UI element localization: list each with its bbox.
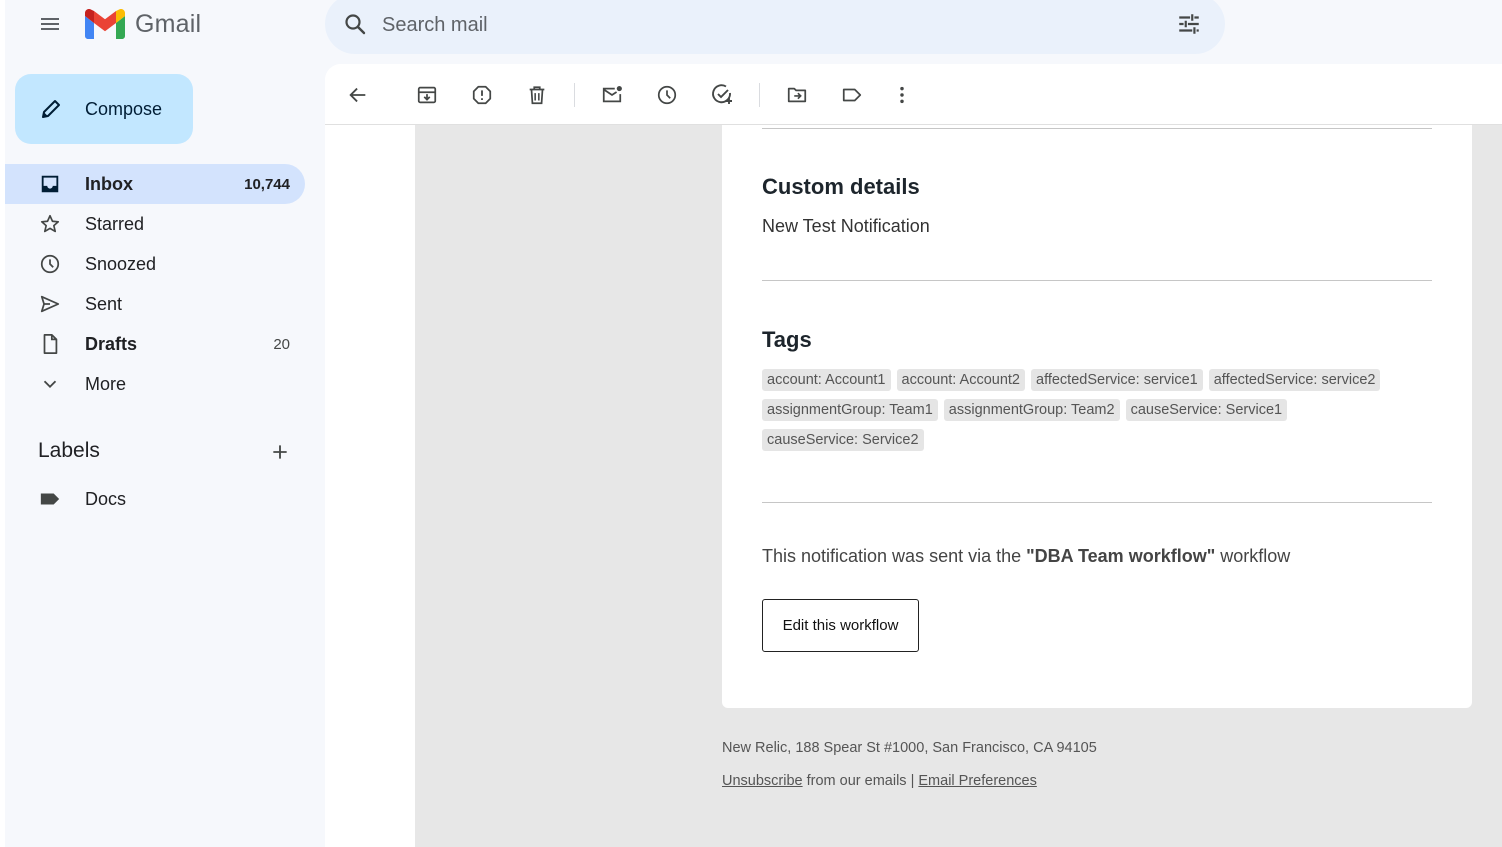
tag-chip: assignmentGroup: Team1 bbox=[762, 399, 938, 421]
tag-chip: affectedService: service1 bbox=[1031, 369, 1203, 391]
tags-list: account: Account1 account: Account2 affe… bbox=[762, 369, 1432, 451]
draft-icon bbox=[38, 332, 62, 356]
sidebar-item-drafts[interactable]: Drafts 20 bbox=[5, 324, 305, 364]
window-left-edge bbox=[0, 0, 5, 847]
app-name: Gmail bbox=[135, 9, 202, 38]
sidebar-item-inbox[interactable]: Inbox 10,744 bbox=[5, 164, 305, 204]
tags-heading: Tags bbox=[762, 327, 812, 352]
gmail-logo-icon bbox=[85, 9, 125, 39]
report-spam-button[interactable] bbox=[467, 80, 497, 110]
sidebar-item-label: Snoozed bbox=[85, 253, 157, 274]
sidebar-item-label: Starred bbox=[85, 213, 145, 234]
email-body: Custom details New Test Notification Tag… bbox=[415, 124, 1502, 847]
hamburger-menu-icon bbox=[41, 18, 59, 30]
footer-middle-text: from our emails | bbox=[802, 773, 919, 789]
move-to-icon bbox=[787, 87, 807, 103]
labels-button[interactable] bbox=[837, 80, 867, 110]
divider bbox=[762, 502, 1432, 503]
message-view: Custom details New Test Notification Tag… bbox=[325, 64, 1502, 847]
archive-icon bbox=[417, 86, 437, 104]
report-spam-icon bbox=[472, 85, 492, 105]
footer-links: Unsubscribe from our emails | Email Pref… bbox=[722, 773, 1037, 789]
labels-icon bbox=[842, 88, 862, 102]
star-icon bbox=[38, 212, 62, 236]
unsubscribe-link[interactable]: Unsubscribe bbox=[722, 773, 803, 789]
back-icon bbox=[349, 87, 366, 103]
divider bbox=[762, 280, 1432, 281]
compose-label: Compose bbox=[85, 98, 163, 119]
label-icon bbox=[38, 487, 62, 511]
move-to-button[interactable] bbox=[782, 80, 812, 110]
custom-details-heading: Custom details bbox=[762, 174, 920, 199]
custom-details-text: New Test Notification bbox=[762, 216, 930, 236]
gmail-logo[interactable]: Gmail bbox=[85, 8, 201, 40]
delete-icon bbox=[529, 86, 545, 105]
drafts-count: 20 bbox=[273, 335, 290, 353]
workflow-note: This notification was sent via the "DBA … bbox=[762, 546, 1290, 567]
mark-unread-button[interactable] bbox=[597, 80, 627, 110]
send-icon bbox=[38, 292, 62, 316]
sidebar-item-label: More bbox=[85, 373, 127, 394]
back-button[interactable] bbox=[343, 80, 373, 110]
message-toolbar bbox=[325, 64, 1502, 125]
pencil-icon bbox=[37, 95, 65, 123]
tag-chip: assignmentGroup: Team2 bbox=[943, 399, 1120, 421]
sidebar-label-name: Docs bbox=[85, 488, 127, 509]
labels-section-header: Labels bbox=[38, 438, 298, 466]
clock-icon bbox=[38, 252, 62, 276]
search-input[interactable] bbox=[380, 8, 1144, 42]
sidebar-nav: Inbox 10,744 Starred Snoozed Sent Drafts… bbox=[5, 164, 305, 404]
toolbar-divider bbox=[759, 83, 760, 107]
search-options-icon[interactable] bbox=[1175, 10, 1203, 38]
snooze-icon bbox=[657, 85, 677, 105]
workflow-name: "DBA Team workflow" bbox=[1026, 546, 1216, 566]
main-menu-button[interactable] bbox=[26, 0, 74, 48]
tag-chip: causeService: Service1 bbox=[1125, 399, 1288, 421]
sidebar-item-label: Sent bbox=[85, 293, 123, 314]
notification-card: Custom details New Test Notification Tag… bbox=[722, 124, 1472, 708]
inbox-icon bbox=[38, 172, 62, 196]
email-preferences-link[interactable]: Email Preferences bbox=[918, 773, 1036, 789]
sidebar-item-label: Drafts bbox=[85, 333, 138, 354]
sidebar-item-snoozed[interactable]: Snoozed bbox=[5, 244, 305, 284]
sidebar-item-more[interactable]: More bbox=[5, 364, 305, 404]
create-label-plus-icon[interactable] bbox=[266, 438, 294, 466]
tag-chip: affectedService: service2 bbox=[1208, 369, 1381, 391]
divider bbox=[762, 128, 1432, 129]
sidebar-item-sent[interactable]: Sent bbox=[5, 284, 305, 324]
workflow-note-prefix: This notification was sent via the bbox=[762, 546, 1027, 566]
edit-workflow-button[interactable]: Edit this workflow bbox=[762, 599, 919, 652]
sidebar-item-label: Inbox bbox=[85, 173, 133, 194]
unread-count: 10,744 bbox=[244, 175, 290, 193]
tag-chip: causeService: Service2 bbox=[762, 429, 924, 451]
chevron-down-icon bbox=[38, 372, 62, 396]
footer-address: New Relic, 188 Spear St #1000, San Franc… bbox=[722, 740, 1097, 756]
workflow-note-suffix: workflow bbox=[1215, 546, 1291, 566]
search-icon[interactable] bbox=[341, 10, 369, 38]
labels-title: Labels bbox=[38, 439, 100, 462]
tag-chip: account: Account1 bbox=[762, 369, 891, 391]
snooze-button[interactable] bbox=[652, 80, 682, 110]
tag-chip: account: Account2 bbox=[896, 369, 1025, 391]
search-bar bbox=[325, 0, 1225, 54]
sidebar-item-starred[interactable]: Starred bbox=[5, 204, 305, 244]
more-options-button[interactable] bbox=[887, 80, 917, 110]
mark-unread-icon bbox=[602, 86, 622, 103]
toolbar-divider bbox=[574, 83, 575, 107]
more-options-icon bbox=[900, 86, 904, 104]
compose-button[interactable]: Compose bbox=[15, 74, 193, 144]
add-to-tasks-icon bbox=[712, 84, 732, 104]
sidebar-label-docs[interactable]: Docs bbox=[5, 479, 305, 519]
add-to-tasks-button[interactable] bbox=[707, 80, 737, 110]
delete-button[interactable] bbox=[522, 80, 552, 110]
archive-button[interactable] bbox=[412, 80, 442, 110]
